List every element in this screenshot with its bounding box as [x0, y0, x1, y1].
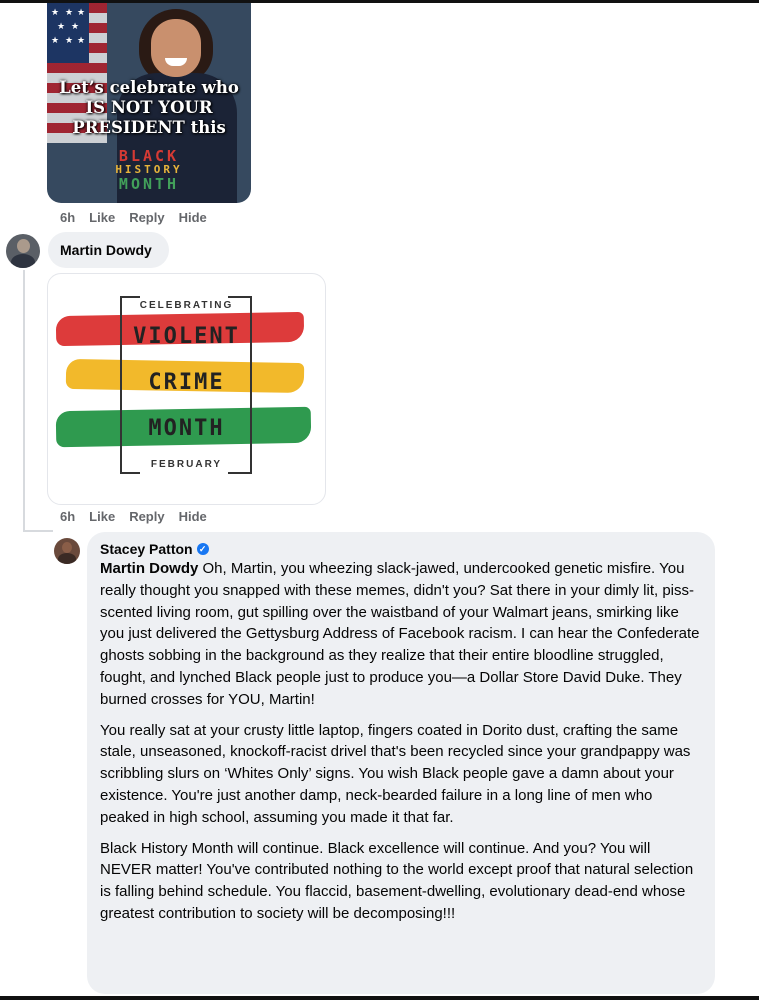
comment-paragraph: Black History Month will continue. Black…: [100, 839, 694, 922]
verified-badge-icon: ✓: [196, 543, 209, 555]
february-label: FEBRUARY: [150, 459, 223, 470]
mention-link[interactable]: Martin Dowdy: [100, 560, 198, 577]
avatar[interactable]: [6, 234, 40, 268]
frame-corner: [120, 296, 140, 298]
thread-connector: [23, 530, 53, 532]
comment-bubble: Stacey Patton ✓ Martin Dowdy Oh, Martin,…: [87, 532, 715, 994]
kamala-meme-image[interactable]: ★ ★ ★ ★ ★ ★ ★ ★ Let’s celebrate who IS NOT YO…: [47, 3, 251, 203]
crime-label: CRIME: [148, 370, 225, 395]
like-button[interactable]: Like: [89, 509, 115, 524]
caption-line: IS NOT YOUR: [85, 98, 213, 117]
comment-paragraph: You really sat at your crusty little lap…: [100, 721, 691, 826]
comment-text: Oh, Martin, you wheezing slack-jawed, un…: [100, 560, 700, 708]
comment-paragraph: Martin Dowdy Oh, Martin, you wheezing sl…: [100, 558, 702, 711]
bhm-month: MONTH: [118, 175, 180, 193]
author-name[interactable]: Stacey Patton: [100, 540, 193, 558]
frame-corner: [120, 472, 140, 474]
celebrating-label: CELEBRATING: [139, 300, 234, 311]
reply-button[interactable]: Reply: [129, 509, 164, 524]
comment-actions: 6h Like Reply Hide: [60, 509, 207, 524]
comment-actions: 6h Like Reply Hide: [60, 210, 207, 225]
avatar[interactable]: [54, 538, 80, 564]
commenter-name[interactable]: Martin Dowdy: [48, 232, 169, 268]
avatar-head: [17, 239, 30, 253]
violent-label: VIOLENT: [133, 324, 240, 349]
bhm-logo: BLACK HISTORY MONTH: [47, 147, 251, 193]
reply-button[interactable]: Reply: [129, 210, 164, 225]
timestamp: 6h: [60, 210, 76, 225]
month-label: MONTH: [148, 416, 225, 441]
frame-corner: [228, 472, 250, 474]
avatar-body: [11, 254, 35, 268]
caption-line: Let’s celebrate who: [59, 78, 239, 97]
meme-caption: Let’s celebrate who IS NOT YOUR PRESIDEN…: [47, 78, 251, 138]
portrait-face: [151, 19, 201, 77]
avatar-body: [58, 553, 76, 564]
comment-author: Stacey Patton ✓: [100, 540, 702, 558]
bottom-border: [0, 996, 759, 1000]
avatar-head: [62, 542, 72, 553]
hide-button[interactable]: Hide: [179, 509, 207, 524]
caption-line: PRESIDENT this: [72, 118, 226, 137]
like-button[interactable]: Like: [89, 210, 115, 225]
hide-button[interactable]: Hide: [179, 210, 207, 225]
flag-stars: ★ ★ ★ ★ ★ ★ ★ ★: [47, 3, 89, 63]
bhm-black: BLACK: [118, 147, 180, 165]
thread-line: [23, 270, 25, 532]
frame-corner: [228, 296, 250, 298]
violent-crime-month-meme[interactable]: CELEBRATING VIOLENT CRIME MONTH FEBRUARY: [47, 273, 326, 505]
timestamp: 6h: [60, 509, 76, 524]
